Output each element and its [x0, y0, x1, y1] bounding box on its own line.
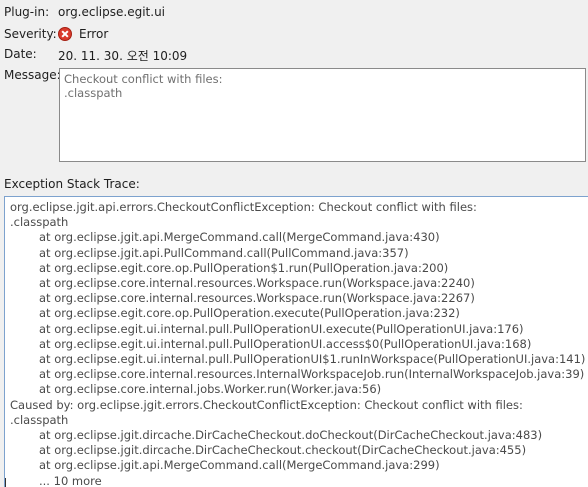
- text-caret: [5, 478, 6, 487]
- stack-trace-line: Caused by: org.eclipse.jgit.errors.Check…: [10, 397, 523, 412]
- date-value: 20. 11. 30. 오전 10:09: [58, 49, 188, 63]
- message-label: Message:: [4, 68, 61, 82]
- plugin-value: org.eclipse.egit.ui: [58, 5, 166, 19]
- stack-trace-line: .classpath: [10, 215, 69, 230]
- stack-trace-line: ... 10 more: [39, 473, 102, 487]
- message-field[interactable]: Checkout conflict with files: .classpath: [59, 68, 586, 162]
- plugin-label: Plug-in:: [4, 5, 50, 19]
- stack-trace-label: Exception Stack Trace:: [4, 177, 140, 191]
- stack-trace-line: at org.eclipse.jgit.api.MergeCommand.cal…: [39, 458, 440, 473]
- stack-trace-line: at org.eclipse.jgit.dircache.DirCacheChe…: [39, 443, 527, 458]
- stack-trace-line: at org.eclipse.core.internal.resources.I…: [39, 367, 585, 382]
- stack-trace-field[interactable]: org.eclipse.jgit.api.errors.CheckoutConf…: [4, 196, 588, 487]
- stack-trace-line: .classpath: [10, 412, 69, 427]
- stack-trace-line: at org.eclipse.jgit.dircache.DirCacheChe…: [39, 428, 543, 443]
- stack-trace-line: at org.eclipse.jgit.api.MergeCommand.cal…: [39, 230, 440, 245]
- stack-trace-line: at org.eclipse.egit.ui.internal.pull.Pul…: [39, 336, 532, 351]
- date-label: Date:: [4, 47, 37, 61]
- stack-trace-line: at org.eclipse.egit.core.op.PullOperatio…: [39, 306, 460, 321]
- stack-trace-line: org.eclipse.jgit.api.errors.CheckoutConf…: [10, 200, 477, 214]
- error-icon: [58, 27, 72, 41]
- stack-trace-line: at org.eclipse.core.internal.resources.W…: [39, 291, 475, 306]
- severity-label: Severity:: [4, 27, 57, 41]
- stack-trace-line: at org.eclipse.egit.ui.internal.pull.Pul…: [39, 321, 524, 336]
- stack-trace-line: at org.eclipse.core.internal.resources.W…: [39, 276, 475, 291]
- stack-trace-line: at org.eclipse.jgit.api.PullCommand.call…: [39, 245, 409, 260]
- severity-value: Error: [79, 27, 109, 41]
- stack-trace-line: at org.eclipse.egit.core.op.PullOperatio…: [39, 260, 449, 275]
- stack-trace-line: at org.eclipse.core.internal.jobs.Worker…: [39, 382, 382, 397]
- stack-trace-line: at org.eclipse.egit.ui.internal.pull.Pul…: [39, 352, 586, 367]
